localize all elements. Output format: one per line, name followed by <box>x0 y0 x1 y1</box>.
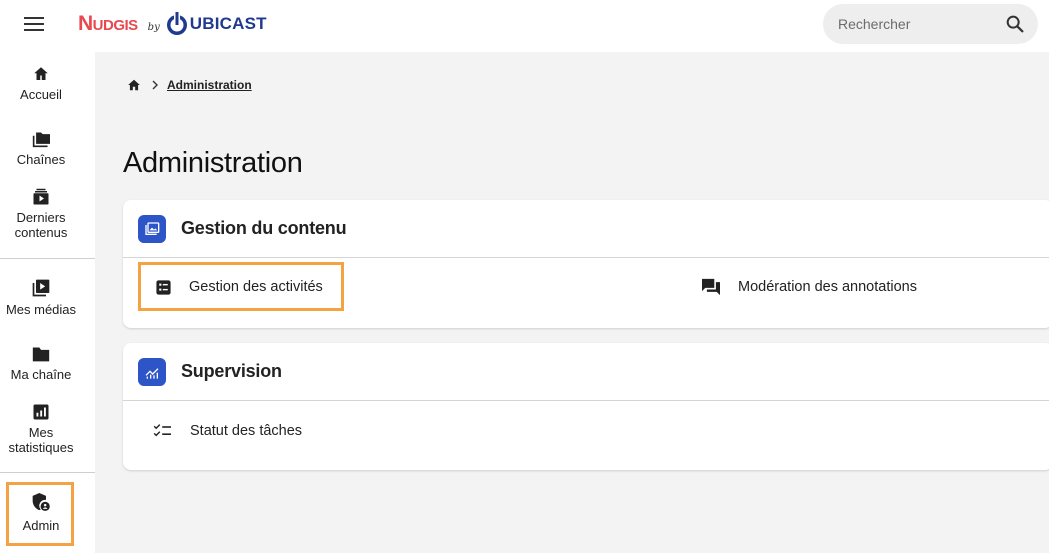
sidebar: Accueil Chaînes Derniers contenus Mes mé… <box>0 52 95 553</box>
top-bar: Nudgis by UBICAST <box>0 0 1049 52</box>
section-card-supervision: Supervision Statut des tâches <box>123 343 1049 470</box>
sidebar-item-ma-chaine[interactable]: Ma chaîne <box>0 345 82 382</box>
sidebar-item-label: Ma chaîne <box>10 367 72 382</box>
logo-company: UBICAST <box>189 14 267 33</box>
link-gestion-des-activites[interactable]: Gestion des activités <box>155 264 323 310</box>
folder-icon <box>32 347 50 362</box>
sidebar-item-mes-medias[interactable]: Mes médias <box>0 278 82 317</box>
ubicast-logo-icon <box>166 12 187 35</box>
latest-videos-icon <box>33 188 49 205</box>
annotations-icon <box>702 278 720 296</box>
section-header: Gestion du contenu <box>123 200 1049 258</box>
main-content: Administration Administration Gestion du… <box>95 52 1049 553</box>
sidebar-item-label: Mes médias <box>5 302 77 317</box>
section-title: Supervision <box>181 361 282 381</box>
page-title: Administration <box>123 147 303 179</box>
link-label: Gestion des activités <box>189 279 323 295</box>
task-checklist-icon <box>153 424 171 437</box>
home-icon[interactable] <box>127 78 141 92</box>
sidebar-item-mes-statistiques[interactable]: Mes statistiques <box>0 403 82 455</box>
section-card-content-management: Gestion du contenu Gestion des activités… <box>123 200 1049 328</box>
sidebar-item-derniers-contenus[interactable]: Derniers contenus <box>0 188 82 240</box>
content-management-icon <box>138 214 166 243</box>
activities-list-icon <box>156 279 171 295</box>
sidebar-divider <box>0 258 95 259</box>
folders-icon <box>32 132 50 148</box>
sidebar-divider <box>0 472 95 473</box>
my-media-icon <box>32 279 50 297</box>
supervision-chart-icon <box>138 357 166 386</box>
statistics-icon <box>33 404 49 420</box>
sidebar-item-label: Mes statistiques <box>8 425 74 455</box>
link-statut-des-taches[interactable]: Statut des tâches <box>153 408 302 454</box>
section-title: Gestion du contenu <box>181 218 347 238</box>
hamburger-icon[interactable] <box>24 14 44 34</box>
search-bar <box>823 4 1038 44</box>
link-label: Statut des tâches <box>190 423 303 439</box>
link-label: Modération des annotations <box>738 279 917 295</box>
breadcrumb-administration[interactable]: Administration <box>167 78 252 92</box>
logo[interactable]: Nudgis by UBICAST <box>78 9 267 39</box>
link-moderation-des-annotations[interactable]: Modération des annotations <box>701 264 917 310</box>
sidebar-item-label: Derniers contenus <box>14 210 68 240</box>
search-input[interactable] <box>838 16 998 32</box>
sidebar-item-label: Chaînes <box>16 152 66 167</box>
section-header: Supervision <box>123 343 1049 401</box>
chevron-right-icon <box>152 80 158 90</box>
home-icon <box>34 67 48 80</box>
sidebar-item-accueil[interactable]: Accueil <box>0 65 82 102</box>
logo-by: by <box>147 21 160 33</box>
search-icon[interactable] <box>1004 13 1026 35</box>
logo-brand: Nudgis <box>78 12 138 35</box>
breadcrumb: Administration <box>127 78 252 92</box>
sidebar-item-label: Accueil <box>20 87 62 102</box>
admin-highlight <box>6 482 74 546</box>
sidebar-item-chaines[interactable]: Chaînes <box>0 130 82 167</box>
